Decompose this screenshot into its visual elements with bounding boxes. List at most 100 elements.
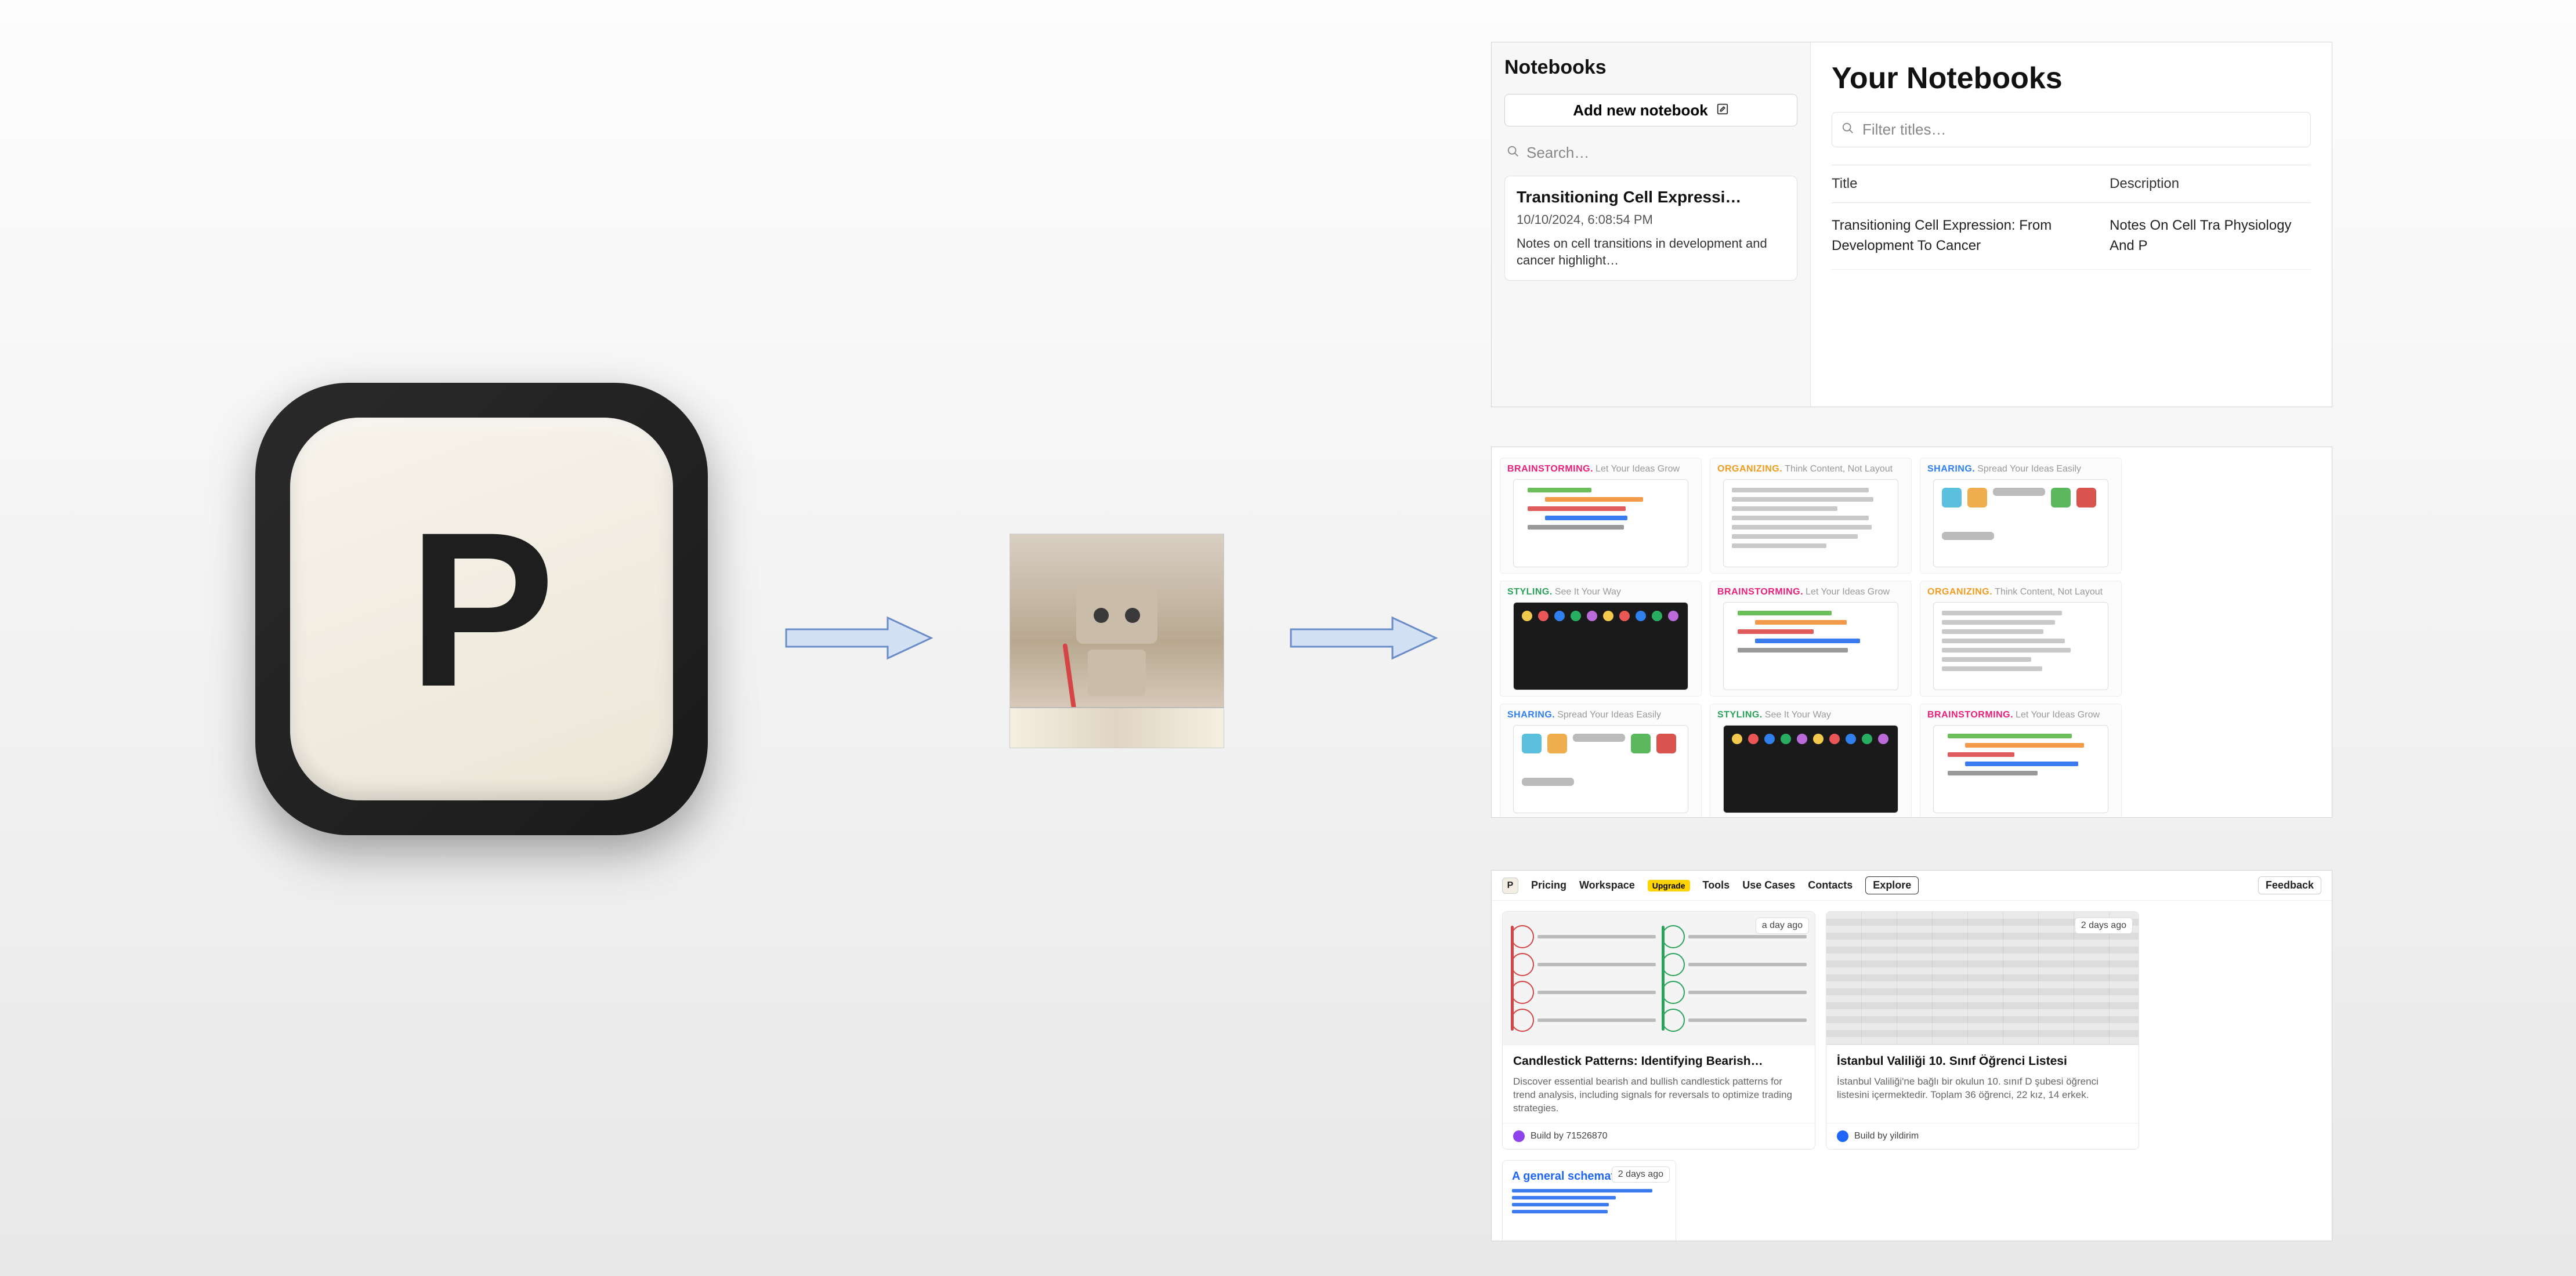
notebooks-heading: Notebooks bbox=[1504, 56, 1797, 79]
feature-mock bbox=[1933, 725, 2108, 813]
feed-description: İstanbul Valiliği'ne bağlı bir okulun 10… bbox=[1837, 1075, 2128, 1116]
feature-card[interactable]: ORGANIZING.Think Content, Not Layout bbox=[1710, 458, 1912, 574]
feed-footer: Build by yildirim bbox=[1826, 1123, 2139, 1149]
brand-logo[interactable]: P bbox=[1502, 878, 1518, 894]
feed-nav: P Pricing Workspace Upgrade Tools Use Ca… bbox=[1492, 871, 2332, 901]
nav-contacts[interactable]: Contacts bbox=[1808, 879, 1853, 891]
feature-header: SHARING.Spread Your Ideas Easily bbox=[1507, 710, 1694, 720]
feed-body: İstanbul Valiliği 10. Sınıf Öğrenci List… bbox=[1826, 1045, 2139, 1123]
page-title: Your Notebooks bbox=[1832, 61, 2311, 96]
feature-subtitle: Spread Your Ideas Easily bbox=[1977, 464, 2081, 474]
robot-illustration bbox=[1010, 534, 1224, 748]
feature-mock bbox=[1723, 725, 1898, 813]
feed-author: Build by 71526870 bbox=[1531, 1131, 1608, 1141]
feature-header: SHARING.Spread Your Ideas Easily bbox=[1927, 464, 2114, 474]
feature-card[interactable]: BRAINSTORMING.Let Your Ideas Grow bbox=[1920, 704, 2122, 818]
nav-usecases[interactable]: Use Cases bbox=[1742, 879, 1795, 891]
feed-time-badge: 2 days ago bbox=[1612, 1166, 1670, 1183]
feature-mock bbox=[1933, 479, 2108, 567]
feature-tag: ORGANIZING. bbox=[1717, 464, 1782, 474]
feature-subtitle: Let Your Ideas Grow bbox=[2016, 710, 2100, 720]
feature-header: STYLING.See It Your Way bbox=[1717, 710, 1904, 720]
nav-tools[interactable]: Tools bbox=[1703, 879, 1730, 891]
feature-card[interactable]: BRAINSTORMING.Let Your Ideas Grow bbox=[1710, 581, 1912, 697]
feature-mock bbox=[1513, 479, 1688, 567]
app-icon: P bbox=[255, 383, 708, 835]
app-icon-tile: P bbox=[290, 418, 673, 800]
feature-mock bbox=[1933, 602, 2108, 690]
filter-placeholder: Filter titles… bbox=[1862, 121, 1946, 139]
robot-book bbox=[1010, 707, 1224, 748]
th-description[interactable]: Description bbox=[2110, 176, 2311, 192]
feed-body: Candlestick Patterns: Identifying Bearis… bbox=[1503, 1045, 1815, 1123]
search-placeholder: Search… bbox=[1526, 144, 1589, 162]
feature-tag: SHARING. bbox=[1927, 464, 1975, 474]
feed-time-badge: a day ago bbox=[1756, 918, 1809, 934]
feature-tag: BRAINSTORMING. bbox=[1717, 587, 1803, 597]
feature-header: BRAINSTORMING.Let Your Ideas Grow bbox=[1717, 587, 1904, 597]
edit-icon bbox=[1716, 102, 1729, 119]
feature-tag: STYLING. bbox=[1507, 587, 1553, 597]
feature-tag: STYLING. bbox=[1717, 710, 1763, 720]
feature-subtitle: Think Content, Not Layout bbox=[1785, 464, 1893, 474]
feed-card[interactable]: A general schematic*TrainingTesting2 day… bbox=[1502, 1160, 1676, 1241]
arrow-icon bbox=[783, 612, 934, 664]
feed-title: Candlestick Patterns: Identifying Bearis… bbox=[1513, 1054, 1804, 1068]
feature-header: ORGANIZING.Think Content, Not Layout bbox=[1927, 587, 2114, 597]
feedback-button[interactable]: Feedback bbox=[2258, 876, 2321, 894]
notebooks-main: Your Notebooks Filter titles… Title Desc… bbox=[1811, 42, 2332, 407]
feature-tag: BRAINSTORMING. bbox=[1927, 710, 2013, 720]
feature-mock bbox=[1723, 479, 1898, 567]
feed-grid: a day ago Candlestick Patterns: Identifyi… bbox=[1492, 901, 2332, 1241]
feature-header: STYLING.See It Your Way bbox=[1507, 587, 1694, 597]
search-icon bbox=[1507, 144, 1519, 162]
robot-head bbox=[1076, 586, 1157, 644]
feed-description: Discover essential bearish and bullish c… bbox=[1513, 1075, 1804, 1116]
feature-card[interactable]: BRAINSTORMING.Let Your Ideas Grow bbox=[1500, 458, 1702, 574]
feed-title: İstanbul Valiliği 10. Sınıf Öğrenci List… bbox=[1837, 1054, 2128, 1068]
notebook-item[interactable]: Transitioning Cell Expressi… 10/10/2024,… bbox=[1504, 176, 1797, 281]
feature-card[interactable]: SHARING.Spread Your Ideas Easily bbox=[1920, 458, 2122, 574]
feed-footer: Build by 71526870 bbox=[1503, 1123, 1815, 1149]
arrow-icon bbox=[1288, 612, 1439, 664]
avatar bbox=[1513, 1130, 1525, 1142]
feature-card[interactable]: ORGANIZING.Think Content, Not Layout bbox=[1920, 581, 2122, 697]
upgrade-badge[interactable]: Upgrade bbox=[1648, 880, 1690, 891]
avatar bbox=[1837, 1130, 1848, 1142]
table-header: Title Description bbox=[1832, 165, 2311, 203]
feature-subtitle: Spread Your Ideas Easily bbox=[1557, 710, 1661, 720]
feed-card[interactable]: a day ago Candlestick Patterns: Identifyi… bbox=[1502, 911, 1815, 1150]
feature-mock bbox=[1723, 602, 1898, 690]
nav-workspace[interactable]: Workspace bbox=[1579, 879, 1635, 891]
feed-thumbnail: a day ago bbox=[1503, 912, 1815, 1045]
feed-time-badge: 2 days ago bbox=[2075, 918, 2133, 934]
feed-panel: P Pricing Workspace Upgrade Tools Use Ca… bbox=[1491, 870, 2332, 1241]
notebooks-panel: Notebooks Add new notebook Search… Trans… bbox=[1491, 42, 2332, 407]
robot-body bbox=[1088, 650, 1146, 696]
feature-card[interactable]: SHARING.Spread Your Ideas Easily bbox=[1500, 704, 1702, 818]
feature-header: BRAINSTORMING.Let Your Ideas Grow bbox=[1507, 464, 1694, 474]
feature-tag: ORGANIZING. bbox=[1927, 587, 1992, 597]
filter-input[interactable]: Filter titles… bbox=[1832, 112, 2311, 147]
table-row[interactable]: Transitioning Cell Expression: From Deve… bbox=[1832, 203, 2311, 270]
app-icon-letter: P bbox=[408, 483, 555, 736]
feature-card[interactable]: STYLING.See It Your Way bbox=[1710, 704, 1912, 818]
feed-thumbnail: 2 days ago bbox=[1826, 912, 2139, 1045]
feature-subtitle: See It Your Way bbox=[1555, 587, 1621, 597]
features-panel: BRAINSTORMING.Let Your Ideas GrowORGANIZ… bbox=[1491, 447, 2332, 818]
feature-mock bbox=[1513, 602, 1688, 690]
feed-card[interactable]: 2 days ago İstanbul Valiliği 10. Sınıf Öğ… bbox=[1826, 911, 2139, 1150]
add-notebook-label: Add new notebook bbox=[1573, 102, 1708, 119]
feature-tag: BRAINSTORMING. bbox=[1507, 464, 1593, 474]
feature-mock bbox=[1513, 725, 1688, 813]
nav-explore[interactable]: Explore bbox=[1865, 876, 1919, 894]
feature-card[interactable]: STYLING.See It Your Way bbox=[1500, 581, 1702, 697]
th-title[interactable]: Title bbox=[1832, 176, 2110, 192]
add-notebook-button[interactable]: Add new notebook bbox=[1504, 94, 1797, 126]
nav-pricing[interactable]: Pricing bbox=[1531, 879, 1566, 891]
feed-author: Build by yildirim bbox=[1854, 1131, 1919, 1141]
feature-subtitle: Let Your Ideas Grow bbox=[1806, 587, 1890, 597]
feed-thumbnail: A general schematic*TrainingTesting2 day… bbox=[1503, 1161, 1676, 1241]
notebooks-search[interactable]: Search… bbox=[1504, 144, 1797, 162]
notebook-item-desc: Notes on cell transitions in development… bbox=[1517, 235, 1785, 269]
